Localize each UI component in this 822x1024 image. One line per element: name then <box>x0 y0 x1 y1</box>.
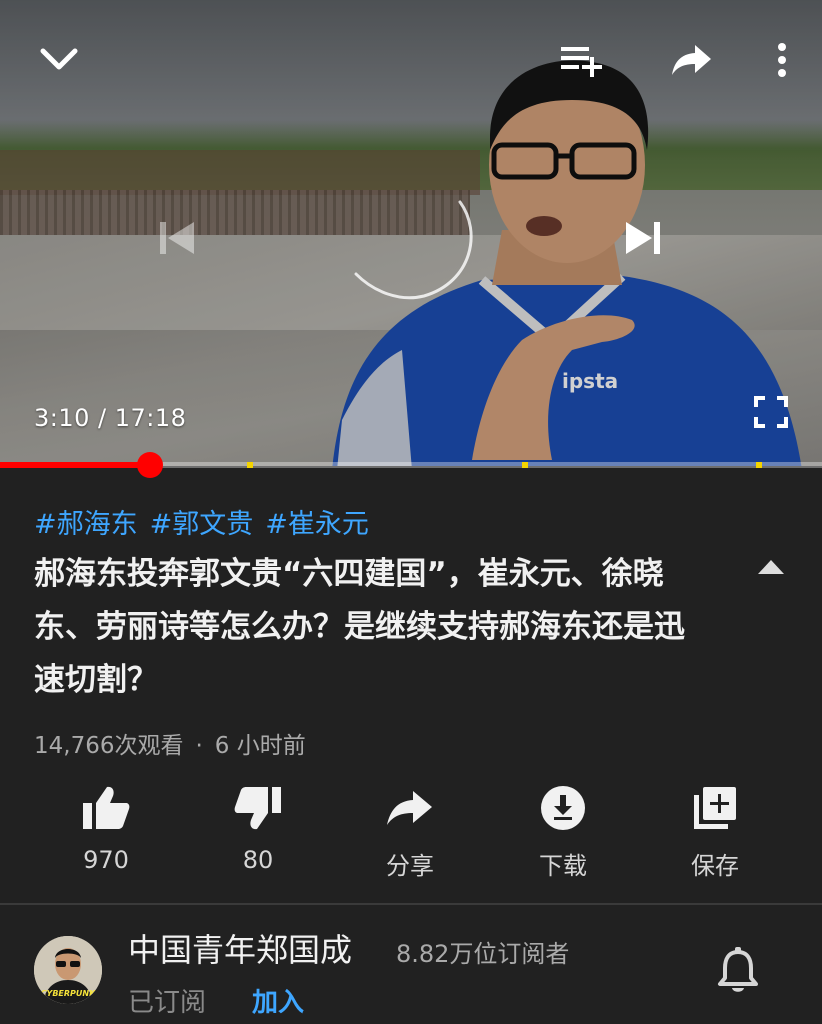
video-meta: 14,766次观看 · 6 小时前 <box>34 726 306 760</box>
download-label: 下载 <box>539 852 587 880</box>
subscribed-button[interactable]: 已订阅 <box>128 982 206 1019</box>
hashtag-list: #郝海东 #郭文贵 #崔永元 <box>34 502 369 541</box>
hashtag-link[interactable]: #郝海东 <box>34 502 138 541</box>
channel-avatar[interactable]: CYBERPUNK <box>34 936 102 1004</box>
save-label: 保存 <box>691 852 739 880</box>
dislike-button[interactable]: 80 <box>188 782 328 882</box>
more-options-button[interactable] <box>762 36 802 84</box>
hashtag-link[interactable]: #崔永元 <box>265 502 369 541</box>
collapse-description-button[interactable] <box>754 556 788 582</box>
progress-scrubber[interactable] <box>137 452 164 478</box>
loading-spinner <box>354 200 473 300</box>
next-icon <box>626 222 660 254</box>
video-player[interactable]: ipsta 3:10 / 17:18 <box>0 0 822 466</box>
subscriber-count: 8.82万位订阅者 <box>396 940 570 968</box>
like-button[interactable]: 970 <box>36 782 176 882</box>
playback-time: 3:10 / 17:18 <box>34 404 187 432</box>
hashtag-link[interactable]: #郭文贵 <box>150 502 254 541</box>
join-button[interactable]: 加入 <box>252 982 304 1019</box>
share-icon <box>387 791 432 825</box>
thumb-down-icon <box>234 787 281 830</box>
chapter-marker <box>246 462 253 468</box>
download-icon <box>541 786 585 830</box>
chapter-marker <box>521 462 528 468</box>
avatar-image: CYBERPUNK <box>34 936 102 1004</box>
next-video-button[interactable] <box>616 210 672 266</box>
previous-icon <box>160 222 194 254</box>
progress-bar[interactable] <box>0 452 822 478</box>
chevron-up-icon <box>758 560 784 574</box>
minimize-player-button[interactable] <box>30 38 88 82</box>
library-add-icon <box>694 787 736 829</box>
save-button[interactable]: 保存 <box>645 782 785 882</box>
video-title[interactable]: 郝海东投奔郭文贵“六四建国”，崔永元、徐晓东、劳丽诗等怎么办？是继续支持郝海东还… <box>34 548 714 707</box>
upload-age: 6 小时前 <box>214 733 306 759</box>
view-count: 14,766次观看 <box>34 733 184 759</box>
share-top-button[interactable] <box>666 38 718 82</box>
thumb-up-icon <box>83 786 130 829</box>
bell-icon <box>718 947 758 992</box>
section-divider <box>0 903 822 905</box>
channel-name[interactable]: 中国青年郑国成 <box>128 925 352 971</box>
previous-video-button[interactable] <box>148 210 204 266</box>
share-label: 分享 <box>386 852 434 880</box>
chapter-marker <box>756 462 763 468</box>
meta-separator: · <box>195 733 203 759</box>
progress-played <box>0 462 151 468</box>
dislike-count: 80 <box>242 846 274 874</box>
chevron-down-icon <box>40 48 78 70</box>
fullscreen-icon <box>754 396 788 428</box>
add-to-queue-button[interactable] <box>556 38 608 82</box>
notification-bell-button[interactable] <box>716 946 760 994</box>
add-to-queue-icon <box>561 47 602 77</box>
action-bar: 970 80 分享 下载 保存 <box>0 782 822 882</box>
download-button[interactable]: 下载 <box>493 782 633 882</box>
like-count: 970 <box>83 846 129 874</box>
share-icon <box>672 45 711 75</box>
more-vert-icon <box>778 43 786 77</box>
share-button[interactable]: 分享 <box>340 782 480 882</box>
fullscreen-button[interactable] <box>748 392 794 432</box>
avatar-text: CYBERPUNK <box>41 989 96 998</box>
